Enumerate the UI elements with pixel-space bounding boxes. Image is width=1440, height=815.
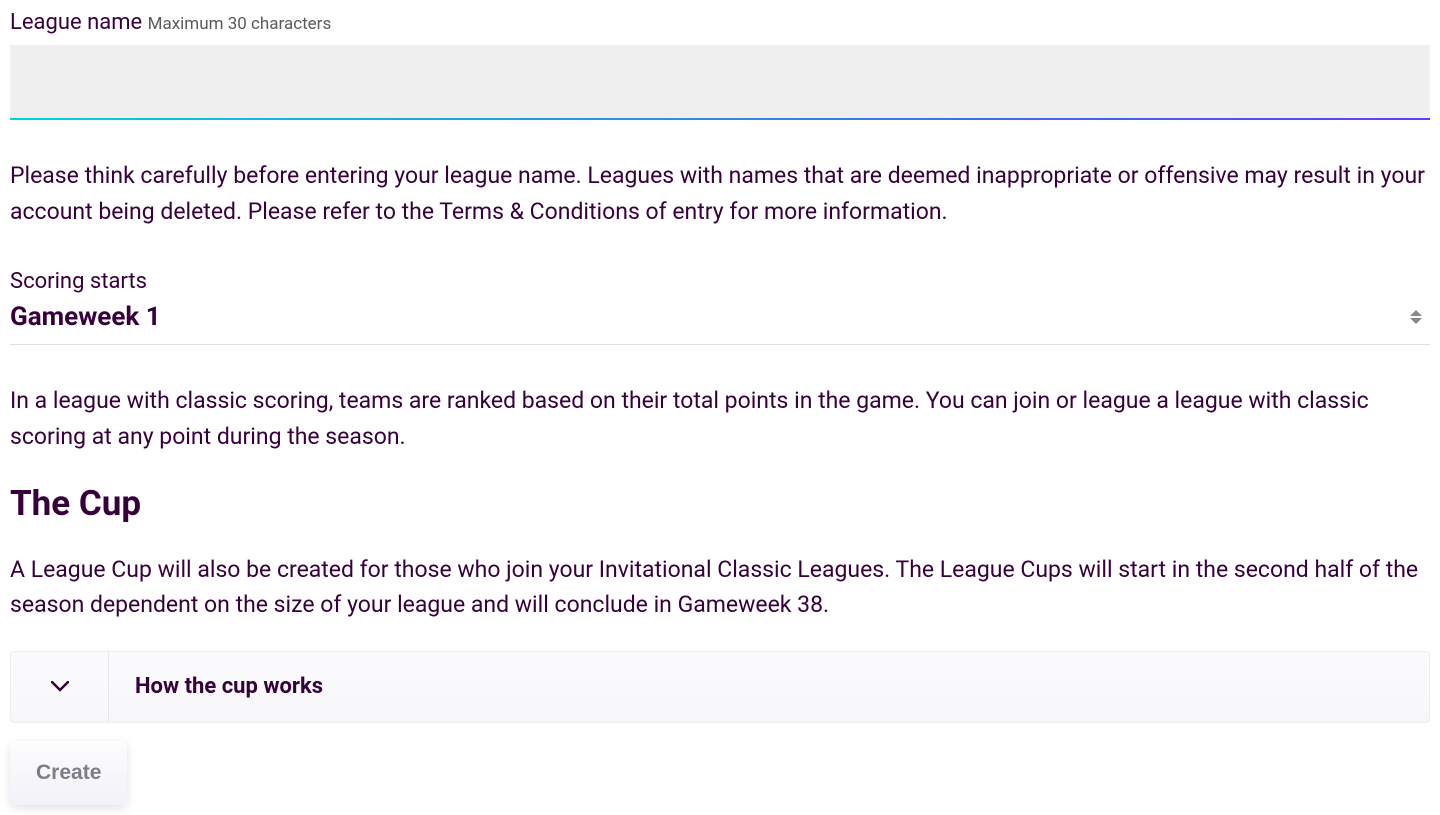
sort-arrows-icon — [1410, 310, 1422, 324]
scoring-description: In a league with classic scoring, teams … — [10, 383, 1430, 454]
league-name-label: League name Maximum 30 characters — [10, 10, 1430, 35]
chevron-down-icon — [51, 678, 69, 696]
cup-description: A League Cup will also be created for th… — [10, 552, 1430, 623]
accordion-icon-box — [11, 652, 109, 722]
league-name-label-text: League name — [10, 10, 142, 35]
cup-heading: The Cup — [10, 483, 1430, 524]
league-name-warning: Please think carefully before entering y… — [10, 158, 1430, 229]
accordion-title: How the cup works — [109, 674, 323, 699]
league-name-input[interactable] — [10, 45, 1430, 120]
create-button[interactable]: Create — [10, 741, 127, 805]
how-cup-works-accordion[interactable]: How the cup works — [10, 651, 1430, 723]
scoring-starts-value: Gameweek 1 — [10, 302, 161, 332]
scoring-starts-label: Scoring starts — [10, 269, 1430, 294]
scoring-starts-select[interactable]: Gameweek 1 — [10, 302, 1430, 345]
league-name-hint: Maximum 30 characters — [148, 14, 332, 34]
